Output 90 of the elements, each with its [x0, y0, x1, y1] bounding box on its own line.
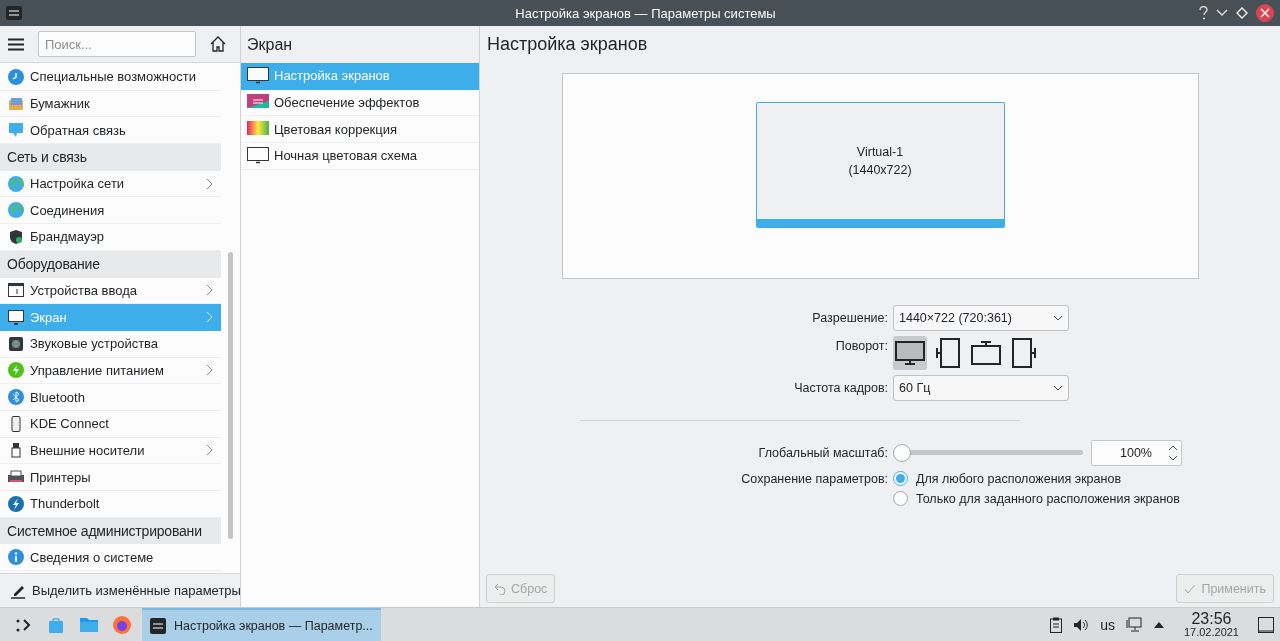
- scrollbar-thumb[interactable]: [228, 252, 234, 539]
- show-desktop-icon[interactable]: [1258, 616, 1274, 633]
- sidebar-item[interactable]: Принтеры: [0, 464, 222, 491]
- info-icon: [8, 549, 24, 566]
- refresh-rate-dropdown[interactable]: 60 Гц: [893, 375, 1069, 401]
- sidebar-item[interactable]: Брандмауэр: [0, 224, 222, 251]
- highlight-changes-button[interactable]: Выделить изменённые параметры: [32, 583, 241, 598]
- network-icon[interactable]: [1125, 616, 1142, 633]
- maximize-icon[interactable]: [1236, 7, 1248, 19]
- speech-bubble-icon: [8, 122, 24, 139]
- lightning-icon: [8, 495, 24, 512]
- keyboard-layout[interactable]: us: [1100, 616, 1115, 633]
- sidebar-item[interactable]: Бумажник: [0, 90, 222, 118]
- app-icon: [150, 617, 166, 634]
- color-monitor-icon: [247, 120, 269, 138]
- slider-thumb[interactable]: [893, 444, 911, 462]
- undo-icon: [494, 582, 506, 595]
- rotation-label: Поворот:: [835, 338, 888, 353]
- power-icon: [8, 362, 24, 379]
- search-field[interactable]: Поиск...: [38, 31, 196, 57]
- clock-time: 23:56: [1191, 611, 1232, 627]
- module-item[interactable]: Обеспечение эффектов: [241, 89, 479, 117]
- home-icon[interactable]: [210, 36, 226, 52]
- page-title: Настройка экранов: [486, 33, 649, 56]
- window-title: Настройка экранов — Параметры системы: [514, 5, 777, 21]
- spin-arrows-icon: [1168, 444, 1178, 462]
- sidebar-item[interactable]: Специальные возможности: [0, 64, 222, 91]
- sidebar-item[interactable]: Звуковые устройства: [0, 330, 222, 358]
- expand-tray-icon[interactable]: [1152, 621, 1165, 628]
- wallet-icon: [8, 95, 24, 112]
- close-icon[interactable]: [1256, 4, 1274, 22]
- usb-drive-icon: [8, 442, 24, 459]
- monitor-icon: [8, 309, 24, 326]
- caret-down-icon: [1053, 385, 1063, 391]
- monitor-icon: [895, 341, 925, 365]
- speaker-icon: [8, 335, 24, 352]
- output-name: Virtual-1: [856, 145, 904, 159]
- portrait-monitor-icon: [936, 338, 960, 368]
- task-button[interactable]: Настройка экранов — Параметр...: [142, 608, 381, 641]
- sidebar-item[interactable]: Управление питанием: [0, 357, 222, 385]
- panel-title: Экран: [246, 34, 294, 55]
- bluetooth-icon: [8, 389, 24, 406]
- scale-label: Глобальный масштаб:: [758, 446, 888, 460]
- radio-button[interactable]: [893, 491, 908, 506]
- module-item[interactable]: Цветовая коррекция: [241, 116, 479, 144]
- refresh-rate-label: Частота кадров:: [794, 381, 888, 395]
- module-item[interactable]: Ночная цветовая схема: [241, 143, 479, 170]
- browser-icon[interactable]: [112, 615, 131, 634]
- app-icon: [6, 6, 22, 20]
- category-header: Системное администрировани: [0, 517, 222, 545]
- resolution-label: Разрешение:: [812, 311, 888, 325]
- save-label: Сохранение параметров:: [741, 471, 888, 486]
- shield-icon: [8, 228, 24, 245]
- sidebar-item[interactable]: Bluetooth: [0, 384, 222, 411]
- inverted-monitor-icon: [971, 341, 1001, 365]
- rotation-button[interactable]: [893, 336, 927, 370]
- minimize-icon[interactable]: [1216, 9, 1228, 17]
- sidebar-item[interactable]: KDE Connect: [0, 410, 222, 438]
- output-rectangle[interactable]: Virtual-1 (1440x722): [755, 102, 1005, 228]
- category-header: Оборудование: [0, 250, 222, 278]
- resolution-dropdown[interactable]: 1440×722 (720:361): [893, 305, 1069, 331]
- checkmark-icon: [1184, 583, 1197, 594]
- globe-icon: [8, 175, 24, 192]
- globe-icon: [8, 202, 24, 219]
- clipboard-icon[interactable]: [1050, 616, 1063, 633]
- sidebar-item[interactable]: Сведения о системе: [0, 544, 222, 572]
- window-icon: [8, 282, 24, 299]
- sidebar-item[interactable]: Внешние носители: [0, 437, 222, 465]
- sidebar-item[interactable]: Настройка сети: [0, 170, 222, 198]
- monitor-icon: [247, 67, 269, 85]
- sidebar-item[interactable]: Thunderbolt: [0, 491, 222, 518]
- menu-icon[interactable]: [8, 37, 24, 51]
- radio-button[interactable]: [893, 471, 908, 486]
- category-header: Сеть и связь: [0, 144, 222, 171]
- monitor-icon: [247, 147, 269, 165]
- caret-down-icon: [1053, 315, 1063, 321]
- scale-spinbox[interactable]: 100%: [1091, 440, 1182, 466]
- scale-slider[interactable]: [893, 444, 1083, 462]
- clock[interactable]: 23:56 17.02.2021: [1183, 611, 1239, 638]
- portrait-monitor-icon: [1012, 338, 1036, 368]
- clock-icon: [8, 68, 24, 85]
- radio-label[interactable]: Только для заданного расположения экранов: [916, 491, 1180, 506]
- clock-date: 17.02.2021: [1183, 627, 1239, 638]
- help-icon[interactable]: [1199, 6, 1208, 20]
- radio-label[interactable]: Для любого расположения экранов: [916, 471, 1122, 486]
- launcher-icon[interactable]: [14, 616, 31, 633]
- volume-icon[interactable]: [1073, 617, 1090, 632]
- phone-icon: [8, 415, 24, 432]
- output-size: (1440x722): [848, 163, 912, 177]
- sidebar-item[interactable]: Соединения: [0, 197, 222, 225]
